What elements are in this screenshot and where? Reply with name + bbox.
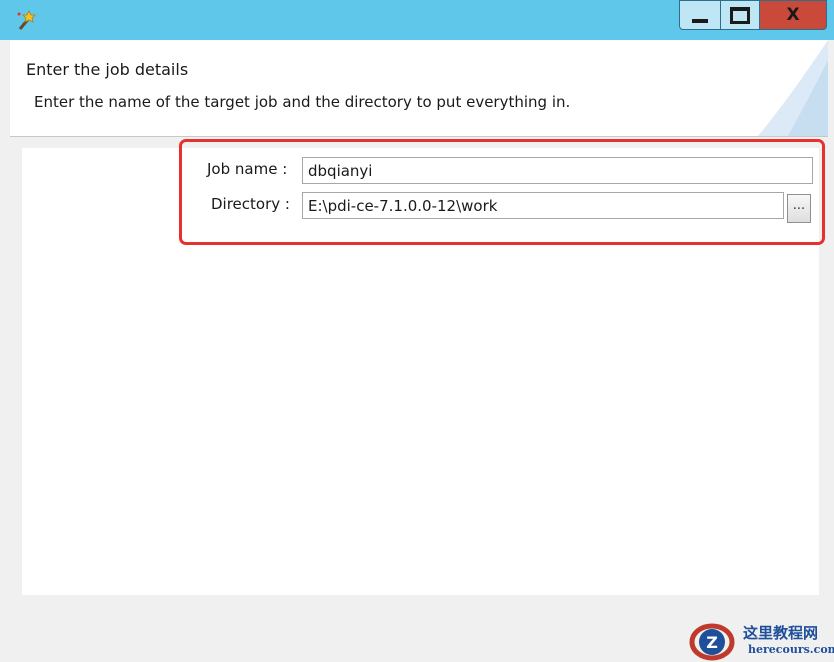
maximize-icon [730, 6, 750, 24]
watermark-logo-icon: Z [689, 623, 735, 661]
wizard-header: Enter the job details Enter the name of … [10, 40, 828, 137]
title-bar[interactable]: X [0, 0, 834, 40]
watermark-text-url: herecours.com [748, 643, 834, 656]
header-decoration [758, 40, 828, 136]
close-button[interactable]: X [759, 0, 827, 30]
wizard-wand-icon [17, 10, 36, 30]
minimize-icon [692, 19, 708, 23]
site-watermark: Z 这里教程网 herecours.com [688, 620, 834, 662]
watermark-text-cn: 这里教程网 [743, 624, 819, 642]
highlight-box [179, 139, 825, 245]
page-description: Enter the name of the target job and the… [34, 93, 571, 111]
wizard-window: X Enter the job details Enter the name o… [0, 0, 834, 662]
maximize-button[interactable] [720, 0, 760, 30]
page-title: Enter the job details [26, 60, 189, 79]
close-icon: X [786, 5, 800, 25]
svg-text:Z: Z [706, 633, 718, 652]
minimize-button[interactable] [679, 0, 721, 30]
